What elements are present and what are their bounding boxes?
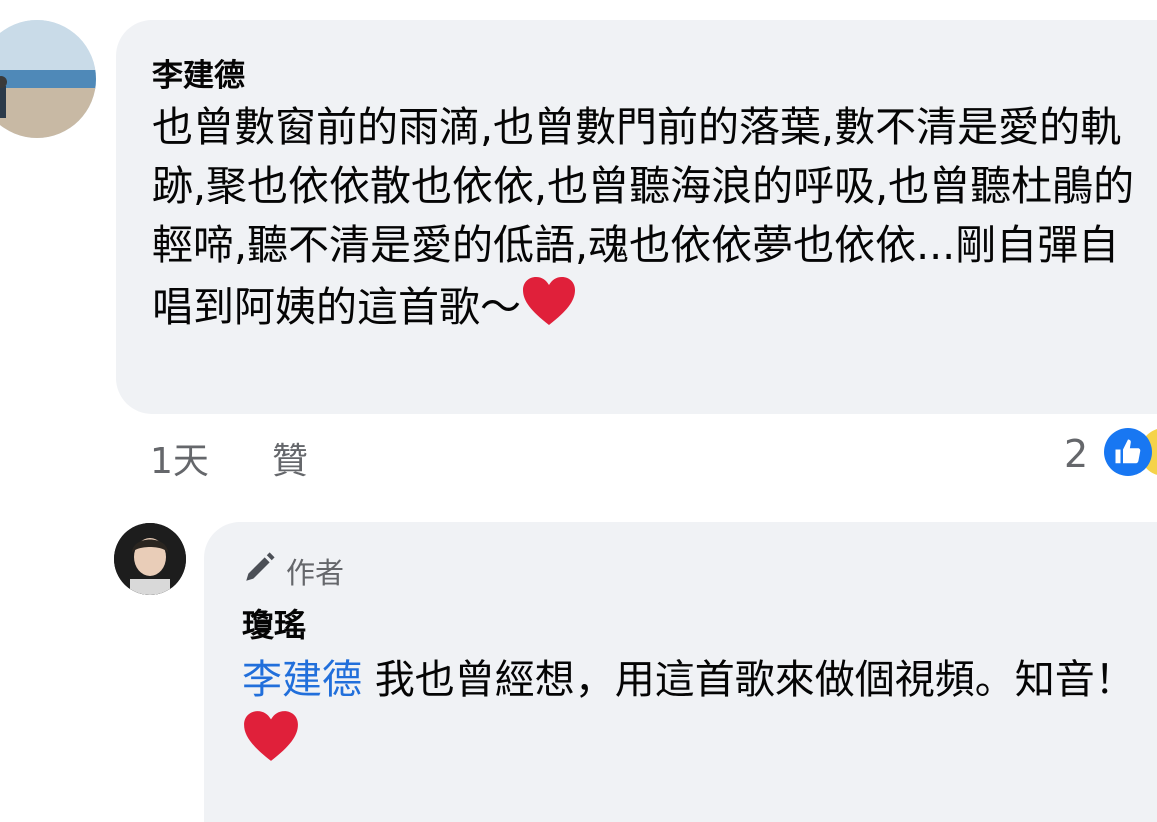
reply-body: 我也曾經想，用這首歌來做個視頻。知音！	[362, 657, 1135, 703]
commenter-avatar[interactable]	[0, 20, 96, 138]
reaction-count[interactable]: 2	[1064, 432, 1088, 476]
reply-text: 李建德 我也曾經想，用這首歌來做個視頻。知音！	[242, 652, 1152, 779]
like-icon	[1104, 428, 1152, 476]
like-button[interactable]: 贊	[272, 432, 308, 484]
avatar-beach-image	[0, 20, 96, 138]
comment-author-name[interactable]: 李建德	[152, 50, 245, 95]
author-badge: 作者	[242, 550, 344, 592]
heart-emoji-icon	[521, 275, 577, 343]
reply-author-avatar[interactable]	[114, 523, 186, 595]
comment-body: 也曾數窗前的雨滴,也曾數門前的落葉,數不清是愛的軌跡,聚也依依散也依依,也曾聽海…	[152, 103, 1135, 331]
heart-emoji-icon	[242, 709, 300, 779]
mention-link[interactable]: 李建德	[242, 657, 362, 703]
reply-author-name[interactable]: 瓊瑤	[242, 600, 306, 646]
author-badge-label: 作者	[286, 556, 345, 590]
avatar-portrait-image	[114, 523, 186, 595]
pen-icon	[242, 551, 276, 592]
comment-timestamp[interactable]: 1天	[150, 432, 209, 484]
comment-text: 也曾數窗前的雨滴,也曾數門前的落葉,數不清是愛的軌跡,聚也依依散也依依,也曾聽海…	[152, 98, 1152, 343]
